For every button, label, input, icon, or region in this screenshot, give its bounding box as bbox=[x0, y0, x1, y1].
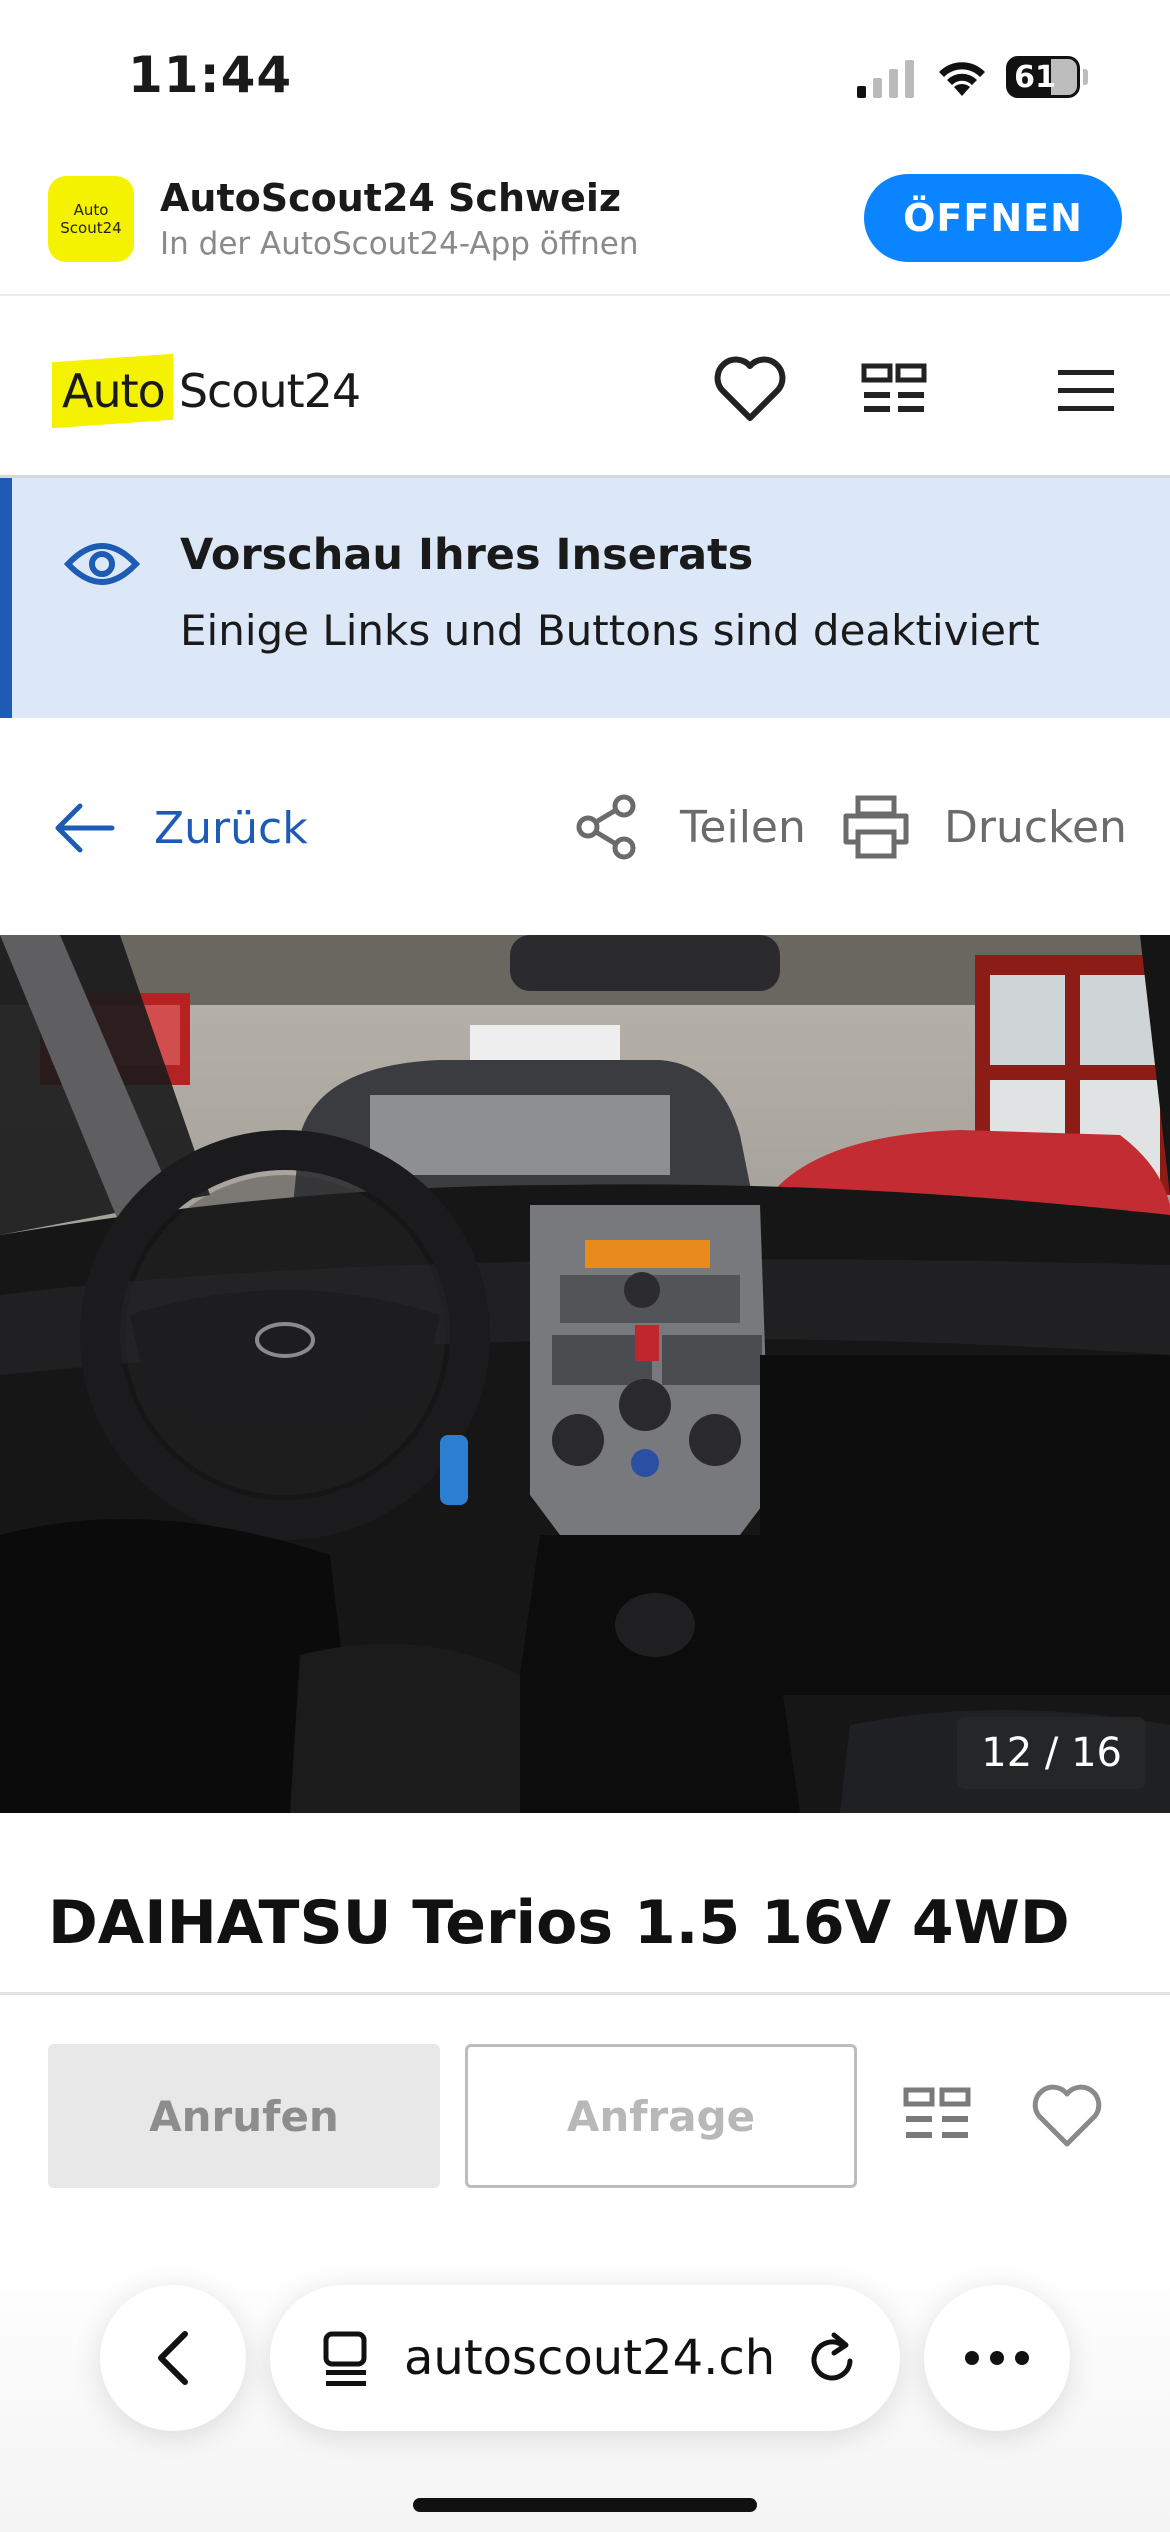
reload-icon[interactable] bbox=[804, 2331, 860, 2387]
browser-back-button[interactable] bbox=[100, 2285, 246, 2431]
reader-icon bbox=[323, 2331, 367, 2386]
divider bbox=[0, 1992, 1170, 1995]
app-icon-line1: Auto bbox=[73, 201, 109, 219]
wifi-icon bbox=[939, 62, 985, 96]
logo-scout-part: Scout24 bbox=[178, 364, 361, 418]
image-counter: 12 / 16 bbox=[957, 1717, 1146, 1789]
listing-title: DAIHATSU Terios 1.5 16V 4WD bbox=[48, 1888, 1070, 1958]
open-app-button[interactable]: ÖFFNEN bbox=[864, 174, 1122, 262]
more-options-button[interactable] bbox=[924, 2285, 1070, 2431]
arrow-left-icon bbox=[55, 803, 115, 853]
ellipsis-icon bbox=[965, 2351, 1029, 2365]
back-link[interactable]: Zurück bbox=[50, 795, 308, 861]
battery-icon: 61 bbox=[1006, 56, 1088, 98]
browser-toolbar: autoscout24.ch bbox=[0, 2250, 1170, 2532]
print-button[interactable]: Drucken bbox=[842, 792, 1127, 862]
status-time: 11:44 bbox=[128, 46, 293, 104]
share-button[interactable]: Teilen bbox=[574, 792, 806, 862]
site-header: Auto Scout24 bbox=[0, 298, 1170, 478]
preview-notice: Vorschau Ihres Inserats Einige Links und… bbox=[0, 478, 1170, 718]
listing-actions: Zurück Teilen Drucken bbox=[0, 720, 1170, 935]
notice-title: Vorschau Ihres Inserats bbox=[180, 530, 754, 580]
call-button[interactable]: Anrufen bbox=[48, 2044, 440, 2188]
menu-icon[interactable] bbox=[1048, 352, 1124, 428]
app-icon: Auto Scout24 bbox=[48, 176, 134, 262]
eye-icon bbox=[64, 543, 140, 585]
status-bar: 11:44 61 bbox=[0, 0, 1170, 150]
favorites-heart-icon[interactable] bbox=[712, 352, 788, 428]
car-interior-image bbox=[0, 935, 1170, 1813]
heart-icon[interactable] bbox=[1030, 2082, 1104, 2150]
compare-icon[interactable] bbox=[856, 352, 932, 428]
chevron-left-icon bbox=[158, 2331, 188, 2385]
share-icon bbox=[576, 794, 636, 860]
battery-level: 61 bbox=[1014, 59, 1056, 95]
printer-icon bbox=[843, 795, 909, 859]
app-name: AutoScout24 Schweiz bbox=[160, 176, 622, 220]
url-text: autoscout24.ch bbox=[404, 2330, 776, 2386]
app-banner: Auto Scout24 AutoScout24 Schweiz In der … bbox=[0, 160, 1170, 296]
compare-icon[interactable] bbox=[902, 2084, 972, 2150]
home-indicator bbox=[413, 2498, 757, 2512]
contact-bar: Anrufen Anfrage bbox=[0, 2040, 1170, 2190]
back-label: Zurück bbox=[154, 802, 308, 854]
print-label: Drucken bbox=[944, 801, 1127, 853]
inquiry-button[interactable]: Anfrage bbox=[465, 2044, 857, 2188]
app-icon-line2: Scout24 bbox=[60, 219, 122, 237]
notice-text: Einige Links und Buttons sind deaktivier… bbox=[180, 606, 1040, 655]
address-bar[interactable]: autoscout24.ch bbox=[270, 2285, 900, 2431]
autoscout24-logo[interactable]: Auto Scout24 bbox=[52, 353, 361, 429]
cellular-signal-icon bbox=[857, 60, 914, 98]
share-label: Teilen bbox=[680, 801, 806, 853]
app-subtitle: In der AutoScout24-App öffnen bbox=[160, 226, 639, 262]
logo-auto-part: Auto bbox=[52, 353, 173, 429]
vehicle-photo[interactable]: 12 / 16 bbox=[0, 935, 1170, 1813]
